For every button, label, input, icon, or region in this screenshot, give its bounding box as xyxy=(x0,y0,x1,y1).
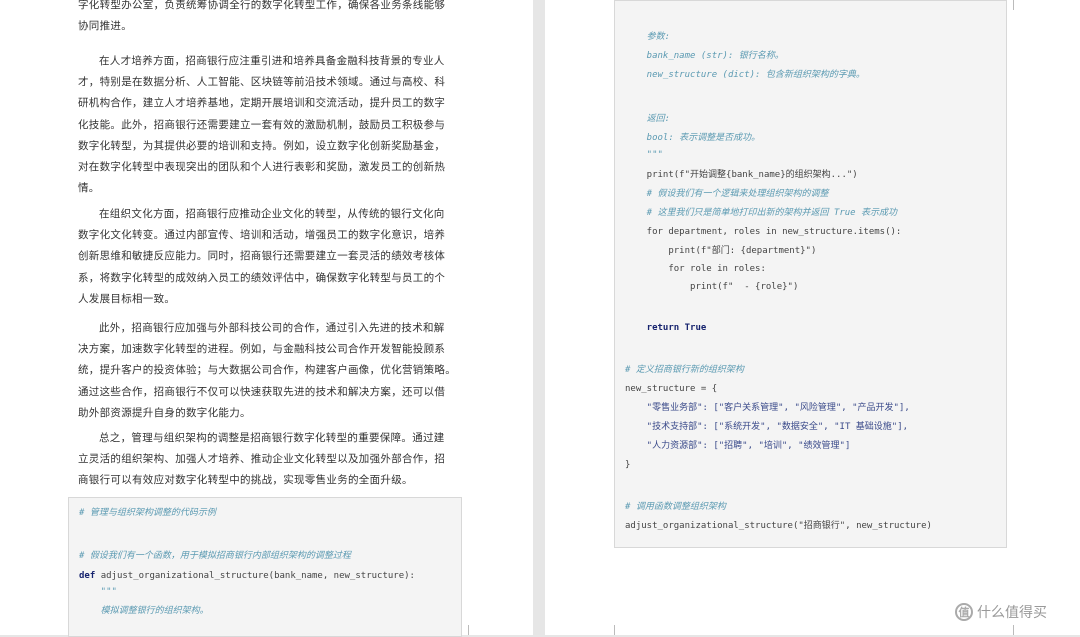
code-comment: # 这里我们只是简单地打印出新的架构并返回 True 表示成功 xyxy=(625,208,898,218)
code-docstring: 参数: xyxy=(625,32,671,42)
code-comment: # 假设我们有一个函数，用于模拟招商银行内部组织架构的调整过程 xyxy=(79,551,351,561)
text-line: 对在数字化转型中表现突出的团队和个人进行表彰和奖励，激发员工的创新热 xyxy=(78,161,446,174)
code-line: "零售业务部": ["客户关系管理", "风险管理", "产品开发"], xyxy=(625,403,910,413)
text-line: 在组织文化方面，招商银行应推动企业文化的转型，从传统的银行文化向 xyxy=(99,208,445,220)
code-line: print(f"开始调整{bank_name}的组织架构...") xyxy=(625,170,858,180)
text-line: 数字化文化转变。通过内部宣传、培训和活动，增强员工的数字化意识，培养 xyxy=(78,229,446,242)
text-line: 此外，招商银行应加强与外部科技公司的合作，通过引入先进的技术和解 xyxy=(99,322,445,334)
text-line: 统，提升客户的投资体验；与大数据公司合作，构建客户画像，优化营销策略。 xyxy=(78,364,450,377)
watermark: 值 什么值得买 xyxy=(955,602,1047,622)
code-keyword: def xyxy=(79,571,96,581)
text-line: 立灵活的组织架构、加强人才培养、推动企业文化转型以及加强外部合作，招 xyxy=(78,453,446,466)
text-line: 助外部资源提升自身的数字化能力。 xyxy=(78,406,251,419)
code-line: "技术支持部": ["系统开发", "数据安全", "IT 基础设施"], xyxy=(625,422,909,432)
code-line: print(f"部门: {department}") xyxy=(625,246,817,256)
paragraph: 此外，招商银行应加强与外部科技公司的合作，通过引入先进的技术和解决方案，加速数字… xyxy=(78,318,450,424)
margin-mark xyxy=(604,625,615,635)
text-line: 协同推进。 xyxy=(78,20,132,33)
code-line: "人力资源部": ["招聘", "培训", "绩效管理"] xyxy=(625,441,851,451)
code-line: adjust_organizational_structure("招商银行", … xyxy=(625,521,932,531)
text-line: 系，将数字化转型的成效纳入员工的绩效评估中，确保数字化转型与员工的个 xyxy=(78,271,446,284)
code-line: for role in roles: xyxy=(625,264,766,274)
text-line: 情。 xyxy=(78,182,100,195)
code-comment: # 定义招商银行新的组织架构 xyxy=(625,365,744,375)
code-docstring: 模拟调整银行的组织架构。 xyxy=(79,606,209,616)
text-line: 创新思维和敏捷反应能力。同时，招商银行还需要建立一套灵活的绩效考核体 xyxy=(78,250,446,263)
text-line: 通过这些合作，招商银行不仅可以快速获取先进的技术和解决方案，还可以借 xyxy=(78,385,446,398)
watermark-text: 什么值得买 xyxy=(977,605,1047,621)
text-line: 研机构合作，建立人才培养基地，定期开展培训和交流活动，提升员工的数字 xyxy=(78,97,446,110)
text-line: 化技能。此外，招商银行还需要建立一套有效的激励机制，鼓励员工积极参与 xyxy=(78,118,446,131)
code-block: 参数: bank_name (str): 银行名称。 new_structure… xyxy=(614,0,1007,548)
paragraph: 总之，管理与组织架构的调整是招商银行数字化转型的重要保障。通过建立灵活的组织架构… xyxy=(78,428,450,492)
text-line: 才，特别是在数据分析、人工智能、区块链等前沿技术领域。通过与高校、科 xyxy=(78,76,446,89)
paragraph: 字化转型办公室，负责统筹协调全行的数字化转型工作，确保各业务条线能够 协同推进。 xyxy=(78,0,450,37)
code-line: def adjust_organizational_structure(bank… xyxy=(79,570,415,582)
text-line: 决方案，加速数字化转型的进程。例如，与金融科技公司合作开发智能投顾系 xyxy=(78,343,446,356)
code-comment: # 假设我们有一个逻辑来处理组织架构的调整 xyxy=(625,189,829,199)
code-docstring: """ xyxy=(625,150,663,160)
code-docstring: 返回: xyxy=(625,114,671,124)
code-comment: # 管理与组织架构调整的代码示例 xyxy=(79,508,216,518)
code-docstring: """ xyxy=(79,587,117,597)
margin-mark xyxy=(1013,625,1024,635)
text-line: 数字化转型，为其提供必要的培训和支持。例如，设立数字化创新奖励基金， xyxy=(78,139,446,152)
margin-mark xyxy=(468,625,479,635)
code-docstring: new_structure (dict): 包含新组织架构的字典。 xyxy=(625,70,865,80)
code-comment: # 调用函数调整组织架构 xyxy=(625,502,726,512)
paragraph: 在组织文化方面，招商银行应推动企业文化的转型，从传统的银行文化向数字化文化转变。… xyxy=(78,204,450,310)
margin-mark xyxy=(1013,0,1024,10)
text-line: 字化转型办公室，负责统筹协调全行的数字化转型工作，确保各业务条线能够 xyxy=(78,0,446,11)
code-block: # 管理与组织架构调整的代码示例 # 假设我们有一个函数，用于模拟招商银行内部组… xyxy=(68,497,462,637)
code-line: print(f" - {role}") xyxy=(625,282,799,292)
text-line: 在人才培养方面，招商银行应注重引进和培养具备金融科技背景的专业人 xyxy=(99,55,445,67)
text-line: 总之，管理与组织架构的调整是招商银行数字化转型的重要保障。通过建 xyxy=(99,432,445,444)
code-docstring: bool: 表示调整是否成功。 xyxy=(625,133,761,143)
code-line: return True xyxy=(625,323,707,333)
zhi-icon: 值 xyxy=(955,603,973,621)
code-line: new_structure = { xyxy=(625,384,718,394)
text-line: 商银行可以有效应对数字化转型中的挑战，实现零售业务的全面升级。 xyxy=(78,474,413,487)
text-line: 人发展目标相一致。 xyxy=(78,292,176,305)
paragraph: 在人才培养方面，招商银行应注重引进和培养具备金融科技背景的专业人才，特别是在数据… xyxy=(78,51,450,199)
code-docstring: bank_name (str): 银行名称。 xyxy=(625,51,784,61)
code-def-signature: adjust_organizational_structure(bank_nam… xyxy=(100,571,415,581)
code-line: } xyxy=(625,460,631,470)
code-line: for department, roles in new_structure.i… xyxy=(625,227,902,237)
